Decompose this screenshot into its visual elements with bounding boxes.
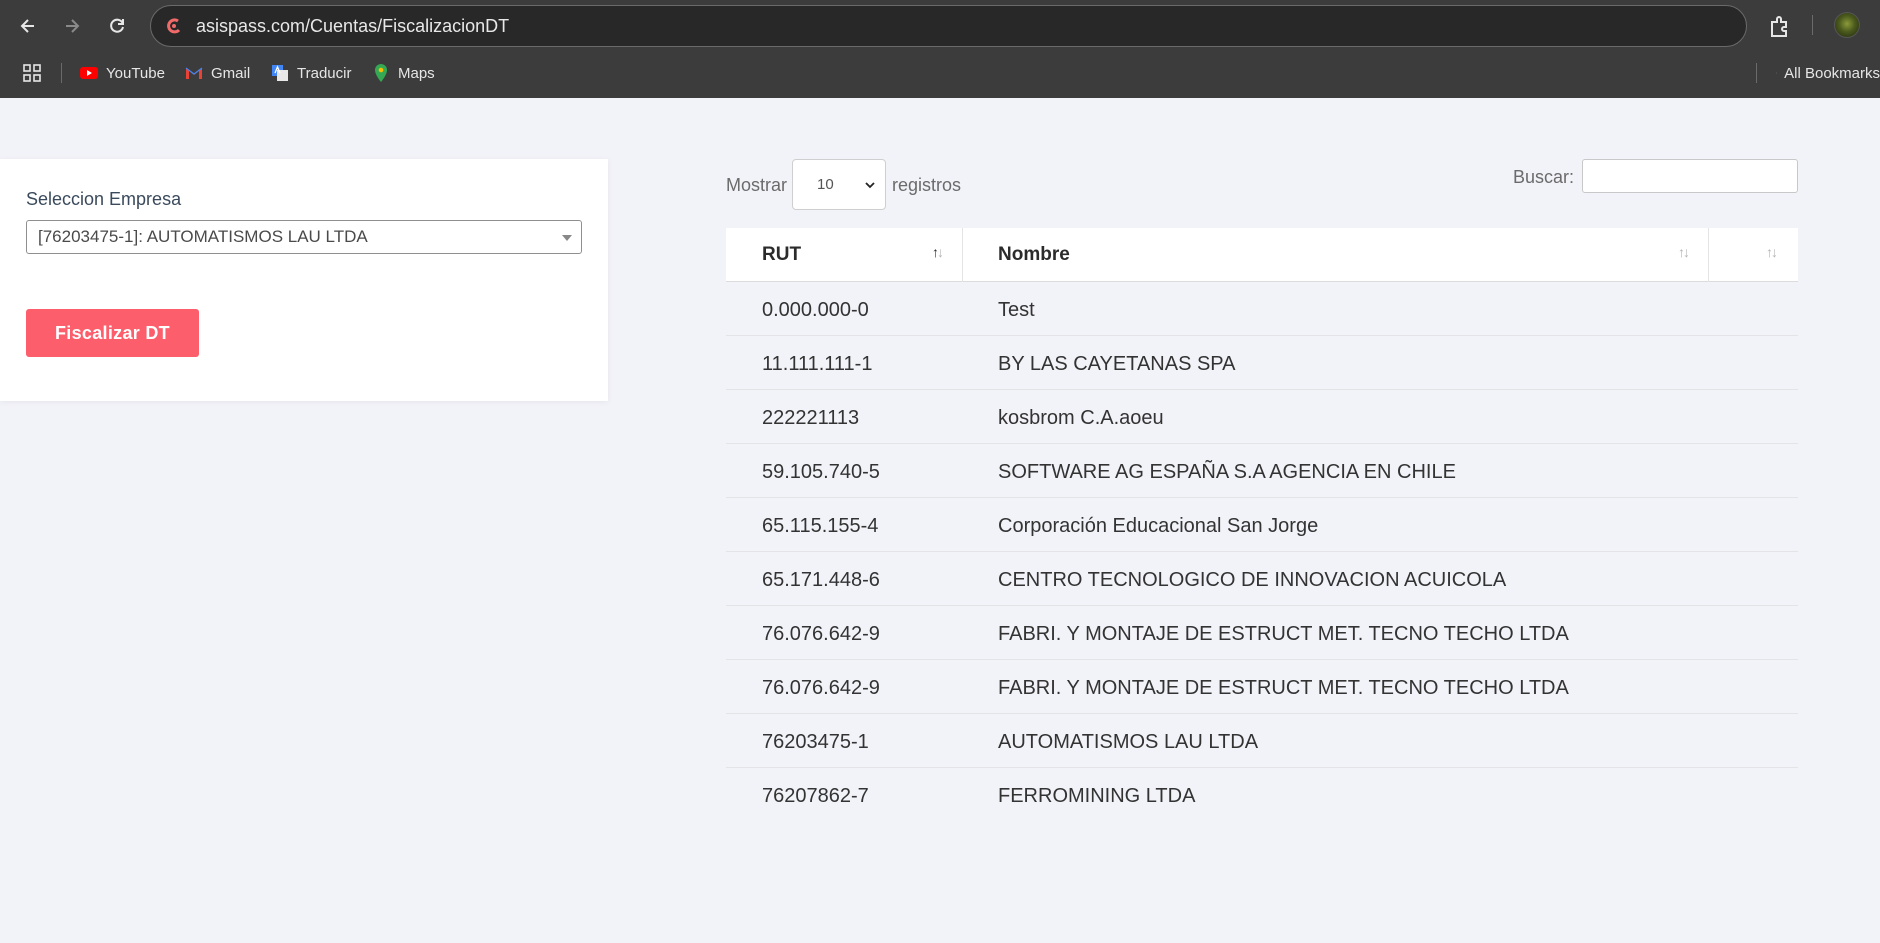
cell-rut: 222221113 <box>762 407 860 429</box>
company-select[interactable]: [76203475-1]: AUTOMATISMOS LAU LTDA <box>26 220 582 254</box>
cell-rut: 0.000.000-0 <box>762 299 869 321</box>
cell-rut: 65.115.155-4 <box>762 515 879 537</box>
forward-button[interactable] <box>56 10 88 42</box>
cell-nombre: SOFTWARE AG ESPAÑA S.A AGENCIA EN CHILE <box>998 461 1456 483</box>
bookmark-maps[interactable]: Maps <box>371 58 435 88</box>
table-row[interactable]: 65.115.155-4 Corporación Educacional San… <box>726 498 1798 552</box>
cell-rut: 76.076.642-9 <box>762 623 880 645</box>
table-row[interactable]: 11.111.111-1 BY LAS CAYETANAS SPA <box>726 336 1798 390</box>
gmail-icon <box>185 67 203 79</box>
cell-nombre: kosbrom C.A.aoeu <box>998 407 1164 429</box>
reload-icon <box>110 18 124 33</box>
profile-avatar[interactable] <box>1834 12 1860 38</box>
bookmark-traducir[interactable]: Traducir <box>270 58 351 88</box>
bookmarks-bar: YouTube Gmail Traducir Maps All Bookmark… <box>0 58 1880 88</box>
company-selection-card: Seleccion Empresa [76203475-1]: AUTOMATI… <box>0 159 608 401</box>
table-row[interactable]: 59.105.740-5 SOFTWARE AG ESPAÑA S.A AGEN… <box>726 444 1798 498</box>
sort-icon[interactable]: ↑↓ <box>932 244 944 260</box>
show-label: Mostrar <box>726 175 788 195</box>
bookmark-youtube[interactable]: YouTube <box>79 58 165 88</box>
table-row[interactable]: 76207862-7 FERROMINING LTDA <box>726 768 1798 822</box>
maps-icon <box>375 64 387 82</box>
cell-rut: 59.105.740-5 <box>762 461 880 483</box>
cell-nombre: FABRI. Y MONTAJE DE ESTRUCT MET. TECNO T… <box>998 623 1569 645</box>
search-input[interactable] <box>1582 159 1798 193</box>
column-divider <box>1708 228 1709 282</box>
search-label: Buscar: <box>1513 167 1575 187</box>
cell-nombre: CENTRO TECNOLOGICO DE INNOVACION ACUICOL… <box>998 569 1507 591</box>
youtube-icon <box>80 67 98 79</box>
extensions-icon[interactable] <box>1765 11 1795 41</box>
table-row[interactable]: 0.000.000-0 Test <box>726 282 1798 336</box>
column-divider <box>962 228 963 282</box>
all-bookmarks-button[interactable]: All Bookmarks <box>1776 58 1880 88</box>
translate-icon <box>272 65 288 81</box>
bookmark-label: Traducir <box>297 64 352 82</box>
address-bar[interactable]: asispass.com/Cuentas/FiscalizacionDT <box>150 5 1747 47</box>
cell-rut: 11.111.111-1 <box>762 353 873 375</box>
cell-nombre: Test <box>998 299 1035 321</box>
back-button[interactable] <box>12 10 44 42</box>
caret-down-icon <box>562 235 572 241</box>
bookmarks-divider <box>61 63 62 83</box>
sort-icon[interactable]: ↑↓ <box>1678 244 1690 260</box>
cell-nombre: FABRI. Y MONTAJE DE ESTRUCT MET. TECNO T… <box>998 677 1569 699</box>
all-bookmarks-label: All Bookmarks <box>1784 64 1880 82</box>
table-header: RUT ↑↓ Nombre ↑↓ ↑↓ <box>726 228 1798 282</box>
forward-arrow-icon <box>66 19 80 33</box>
cell-nombre: Corporación Educacional San Jorge <box>998 515 1319 537</box>
cell-nombre: FERROMINING LTDA <box>998 785 1196 807</box>
cell-rut: 76207862-7 <box>762 785 869 807</box>
toolbar-divider <box>1812 15 1813 35</box>
companies-table: RUT ↑↓ Nombre ↑↓ ↑↓ 0.000.000-0 Test 11.… <box>726 228 1798 822</box>
table-row[interactable]: 76.076.642-9 FABRI. Y MONTAJE DE ESTRUCT… <box>726 660 1798 714</box>
records-label: registros <box>892 175 962 195</box>
bookmark-label: Maps <box>398 64 435 82</box>
bookmark-gmail[interactable]: Gmail <box>184 58 250 88</box>
back-arrow-icon <box>20 19 34 33</box>
table-row[interactable]: 76.076.642-9 FABRI. Y MONTAJE DE ESTRUCT… <box>726 606 1798 660</box>
chevron-down-icon <box>865 182 875 189</box>
cell-rut: 65.171.448-6 <box>762 569 880 591</box>
column-header-rut[interactable]: RUT <box>762 228 801 282</box>
fiscalizar-dt-button[interactable]: Fiscalizar DT <box>26 309 199 357</box>
bookmark-label: YouTube <box>106 64 165 82</box>
folder-icon <box>1776 72 1778 74</box>
url-text: asispass.com/Cuentas/FiscalizacionDT <box>196 16 510 36</box>
table-row[interactable]: 65.171.448-6 CENTRO TECNOLOGICO DE INNOV… <box>726 552 1798 606</box>
page-length-select[interactable]: 10 <box>792 159 886 210</box>
page-length-value: 10 <box>817 176 834 193</box>
cell-rut: 76.076.642-9 <box>762 677 880 699</box>
reload-button[interactable] <box>101 10 133 42</box>
bookmark-label: Gmail <box>211 64 251 82</box>
table-row[interactable]: 222221113 kosbrom C.A.aoeu <box>726 390 1798 444</box>
company-select-label: Seleccion Empresa <box>26 189 182 209</box>
bookmarks-divider <box>1756 63 1757 83</box>
company-select-value: [76203475-1]: AUTOMATISMOS LAU LTDA <box>38 227 368 246</box>
browser-toolbar: asispass.com/Cuentas/FiscalizacionDT You… <box>0 0 1880 98</box>
cell-rut: 76203475-1 <box>762 731 869 753</box>
cell-nombre: AUTOMATISMOS LAU LTDA <box>998 731 1259 753</box>
column-header-nombre[interactable]: Nombre <box>998 228 1070 282</box>
sort-icon[interactable]: ↑↓ <box>1766 244 1778 260</box>
table-row[interactable]: 76203475-1 AUTOMATISMOS LAU LTDA <box>726 714 1798 768</box>
site-favicon-icon <box>167 18 181 34</box>
apps-grid-icon[interactable] <box>22 63 42 83</box>
cell-nombre: BY LAS CAYETANAS SPA <box>998 353 1236 375</box>
